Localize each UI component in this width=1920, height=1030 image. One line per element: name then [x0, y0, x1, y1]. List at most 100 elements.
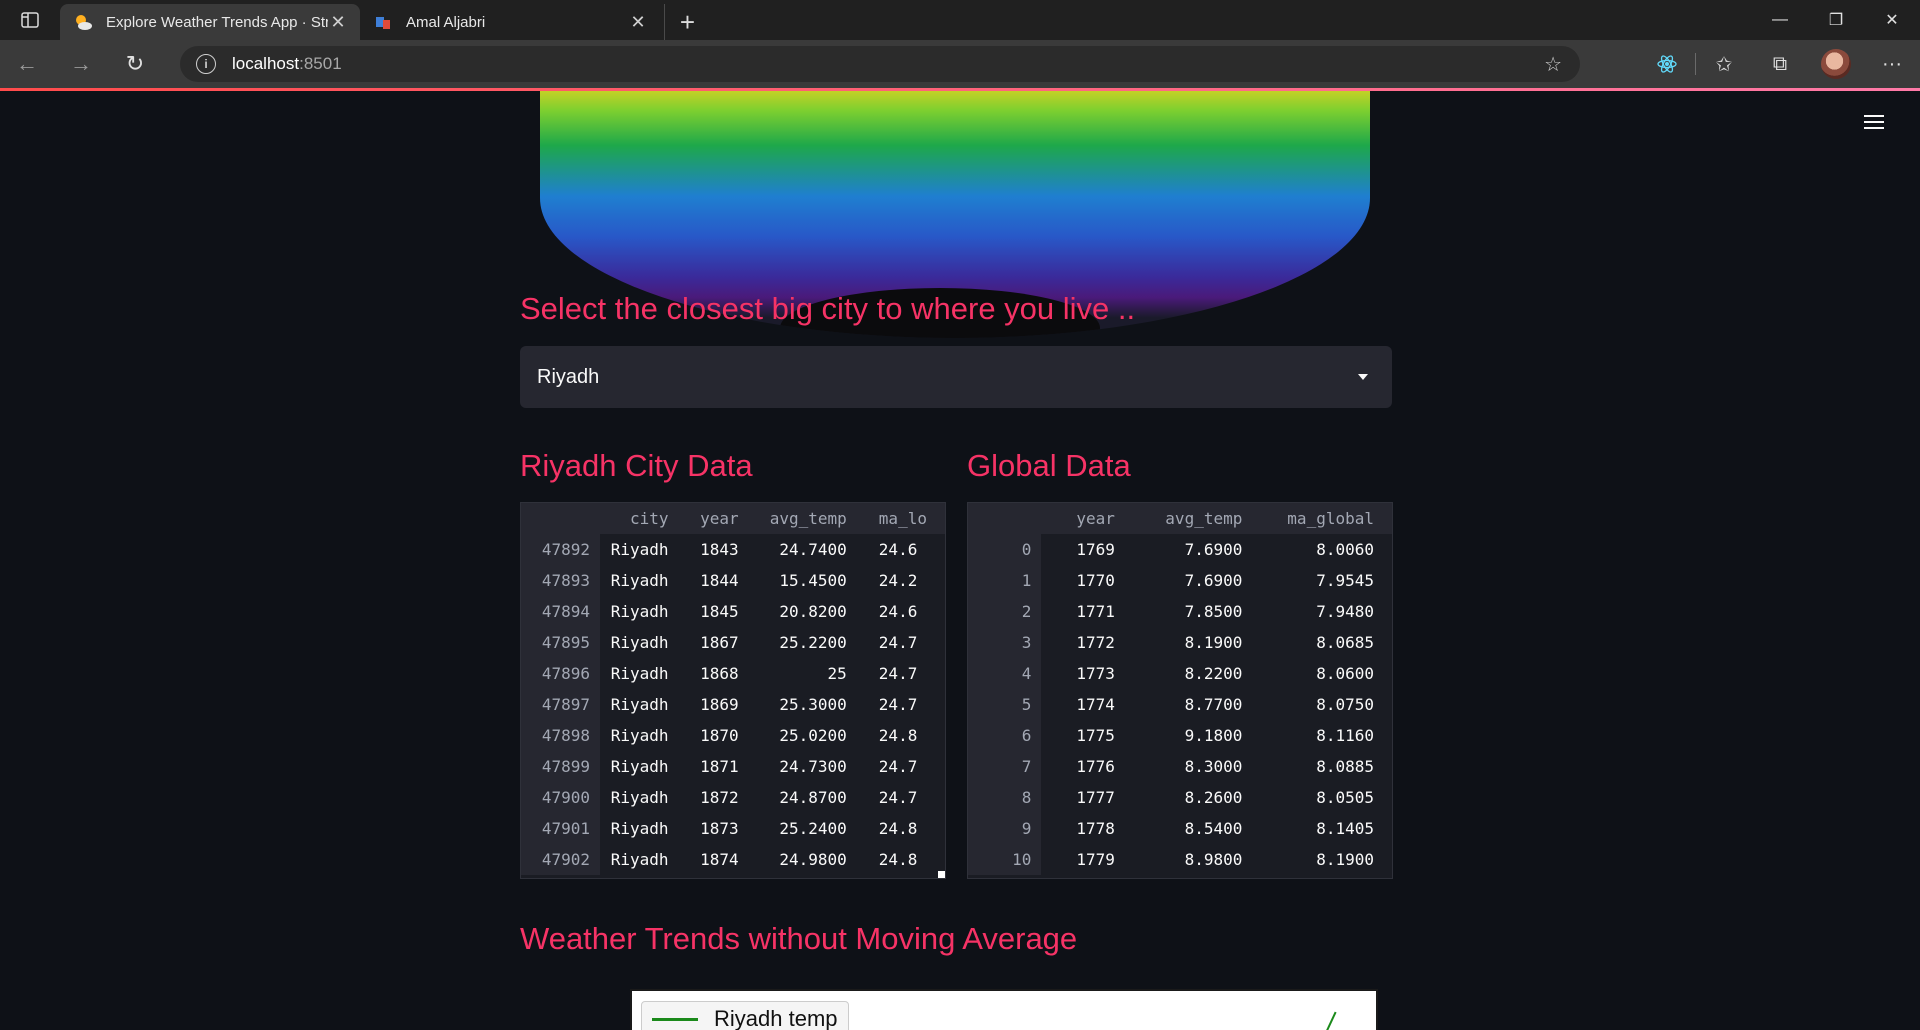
- table-row[interactable]: 47901 Riyadh 1873 25.2400 24.8: [521, 813, 945, 844]
- table-cell-avg_temp[interactable]: 15.4500: [757, 565, 865, 596]
- browser-tab-weather-app[interactable]: Explore Weather Trends App · Str ✕: [60, 4, 360, 40]
- table-cell-ma[interactable]: 8.0505: [1260, 782, 1392, 813]
- table-row[interactable]: 47899 Riyadh 1871 24.7300 24.7: [521, 751, 945, 782]
- restore-icon[interactable]: ❐: [1808, 0, 1864, 40]
- table-cell-avg_temp[interactable]: 24.9800: [757, 844, 865, 875]
- city-select[interactable]: Riyadh: [520, 346, 1392, 408]
- table-row[interactable]: 9 1778 8.5400 8.1405: [968, 813, 1392, 844]
- table-cell-city[interactable]: Riyadh: [600, 627, 686, 658]
- table-cell-year[interactable]: 1774: [1041, 689, 1132, 720]
- table-cell-ma[interactable]: 8.0685: [1260, 627, 1392, 658]
- table-resize-handle[interactable]: [938, 871, 945, 878]
- table-row[interactable]: 7 1776 8.3000 8.0885: [968, 751, 1392, 782]
- table-cell-city[interactable]: Riyadh: [600, 565, 686, 596]
- global-data-table[interactable]: year avg_temp ma_global 0 1769 7.6900 8.006…: [967, 502, 1393, 879]
- table-cell-city[interactable]: Riyadh: [600, 596, 686, 627]
- table-cell-year[interactable]: 1778: [1041, 813, 1132, 844]
- table-cell-ma[interactable]: 8.1405: [1260, 813, 1392, 844]
- table-cell-ma[interactable]: 24.7: [865, 627, 945, 658]
- table-cell-ma[interactable]: 24.6: [865, 596, 945, 627]
- table-row[interactable]: 47895 Riyadh 1867 25.2200 24.7: [521, 627, 945, 658]
- table-row[interactable]: 47893 Riyadh 1844 15.4500 24.2: [521, 565, 945, 596]
- close-window-icon[interactable]: ✕: [1864, 0, 1920, 40]
- table-cell-city[interactable]: Riyadh: [600, 658, 686, 689]
- column-header[interactable]: year: [686, 503, 757, 534]
- table-cell-city[interactable]: Riyadh: [600, 751, 686, 782]
- table-cell-avg_temp[interactable]: 7.6900: [1133, 534, 1261, 565]
- table-cell-ma[interactable]: 8.1900: [1260, 844, 1392, 875]
- column-header[interactable]: ma_lo: [864, 503, 945, 534]
- table-cell-year[interactable]: 1769: [1041, 534, 1132, 565]
- more-menu-icon[interactable]: ···: [1864, 40, 1920, 88]
- minimize-icon[interactable]: —: [1752, 0, 1808, 40]
- table-cell-year[interactable]: 1872: [687, 782, 757, 813]
- column-header[interactable]: avg_temp: [1132, 503, 1261, 534]
- table-cell-ma[interactable]: 24.7: [865, 751, 945, 782]
- table-cell-avg_temp[interactable]: 8.2600: [1133, 782, 1261, 813]
- column-header[interactable]: avg_temp: [756, 503, 865, 534]
- table-cell-avg_temp[interactable]: 24.7300: [757, 751, 865, 782]
- table-row[interactable]: 4 1773 8.2200 8.0600: [968, 658, 1392, 689]
- table-cell-avg_temp[interactable]: 8.5400: [1133, 813, 1261, 844]
- table-row[interactable]: 0 1769 7.6900 8.0060: [968, 534, 1392, 565]
- table-cell-avg_temp[interactable]: 25.3000: [757, 689, 865, 720]
- close-tab-icon[interactable]: ✕: [628, 12, 648, 33]
- table-row[interactable]: 47900 Riyadh 1872 24.8700 24.7: [521, 782, 945, 813]
- table-cell-year[interactable]: 1869: [687, 689, 757, 720]
- table-cell-avg_temp[interactable]: 24.8700: [757, 782, 865, 813]
- table-cell-year[interactable]: 1868: [687, 658, 757, 689]
- table-cell-avg_temp[interactable]: 8.2200: [1133, 658, 1261, 689]
- column-header[interactable]: year: [1041, 503, 1133, 534]
- table-cell-year[interactable]: 1771: [1041, 596, 1132, 627]
- table-cell-year[interactable]: 1775: [1041, 720, 1132, 751]
- table-cell-avg_temp[interactable]: 7.8500: [1133, 596, 1261, 627]
- table-cell-year[interactable]: 1773: [1041, 658, 1132, 689]
- table-cell-ma[interactable]: 8.0600: [1260, 658, 1392, 689]
- table-cell-ma[interactable]: 24.7: [865, 782, 945, 813]
- table-cell-year[interactable]: 1873: [687, 813, 757, 844]
- table-row[interactable]: 47902 Riyadh 1874 24.9800 24.8: [521, 844, 945, 875]
- table-cell-avg_temp[interactable]: 9.1800: [1133, 720, 1261, 751]
- table-row[interactable]: 2 1771 7.8500 7.9480: [968, 596, 1392, 627]
- table-row[interactable]: 8 1777 8.2600 8.0505: [968, 782, 1392, 813]
- table-row[interactable]: 10 1779 8.9800 8.1900: [968, 844, 1392, 875]
- table-row[interactable]: 47896 Riyadh 1868 25 24.7: [521, 658, 945, 689]
- table-cell-ma[interactable]: 8.0750: [1260, 689, 1392, 720]
- browser-tab-amal[interactable]: Amal Aljabri ✕: [360, 4, 660, 40]
- tab-actions-icon[interactable]: [0, 0, 60, 40]
- table-row[interactable]: 5 1774 8.7700 8.0750: [968, 689, 1392, 720]
- table-cell-avg_temp[interactable]: 20.8200: [757, 596, 865, 627]
- table-cell-avg_temp[interactable]: 7.6900: [1133, 565, 1261, 596]
- refresh-icon[interactable]: ↻: [108, 40, 162, 88]
- table-cell-ma[interactable]: 24.8: [865, 720, 945, 751]
- table-row[interactable]: 6 1775 9.1800 8.1160: [968, 720, 1392, 751]
- table-cell-ma[interactable]: 8.0060: [1260, 534, 1392, 565]
- table-cell-city[interactable]: Riyadh: [600, 782, 686, 813]
- table-row[interactable]: 47898 Riyadh 1870 25.0200 24.8: [521, 720, 945, 751]
- column-header[interactable]: ma_global: [1260, 503, 1392, 534]
- table-cell-ma[interactable]: 24.8: [865, 844, 945, 875]
- table-cell-city[interactable]: Riyadh: [600, 689, 686, 720]
- table-cell-year[interactable]: 1874: [687, 844, 757, 875]
- site-info-icon[interactable]: i: [196, 54, 216, 74]
- table-row[interactable]: 47892 Riyadh 1843 24.7400 24.6: [521, 534, 945, 565]
- table-cell-year[interactable]: 1777: [1041, 782, 1132, 813]
- table-row[interactable]: 1 1770 7.6900 7.9545: [968, 565, 1392, 596]
- table-cell-ma[interactable]: 7.9545: [1260, 565, 1392, 596]
- table-cell-year[interactable]: 1867: [687, 627, 757, 658]
- close-tab-icon[interactable]: ✕: [328, 12, 348, 33]
- table-cell-avg_temp[interactable]: 24.7400: [757, 534, 865, 565]
- table-cell-year[interactable]: 1772: [1041, 627, 1132, 658]
- react-devtools-icon[interactable]: [1639, 40, 1695, 88]
- table-cell-year[interactable]: 1871: [687, 751, 757, 782]
- hamburger-menu-icon[interactable]: [1864, 111, 1884, 133]
- table-cell-avg_temp[interactable]: 8.9800: [1133, 844, 1261, 875]
- table-cell-city[interactable]: Riyadh: [600, 534, 686, 565]
- table-cell-avg_temp[interactable]: 25: [757, 658, 865, 689]
- table-cell-ma[interactable]: 7.9480: [1260, 596, 1392, 627]
- table-cell-ma[interactable]: 24.2: [865, 565, 945, 596]
- table-cell-avg_temp[interactable]: 8.3000: [1133, 751, 1261, 782]
- table-cell-ma[interactable]: 24.7: [865, 658, 945, 689]
- table-cell-avg_temp[interactable]: 8.7700: [1133, 689, 1261, 720]
- new-tab-button[interactable]: +: [664, 4, 710, 40]
